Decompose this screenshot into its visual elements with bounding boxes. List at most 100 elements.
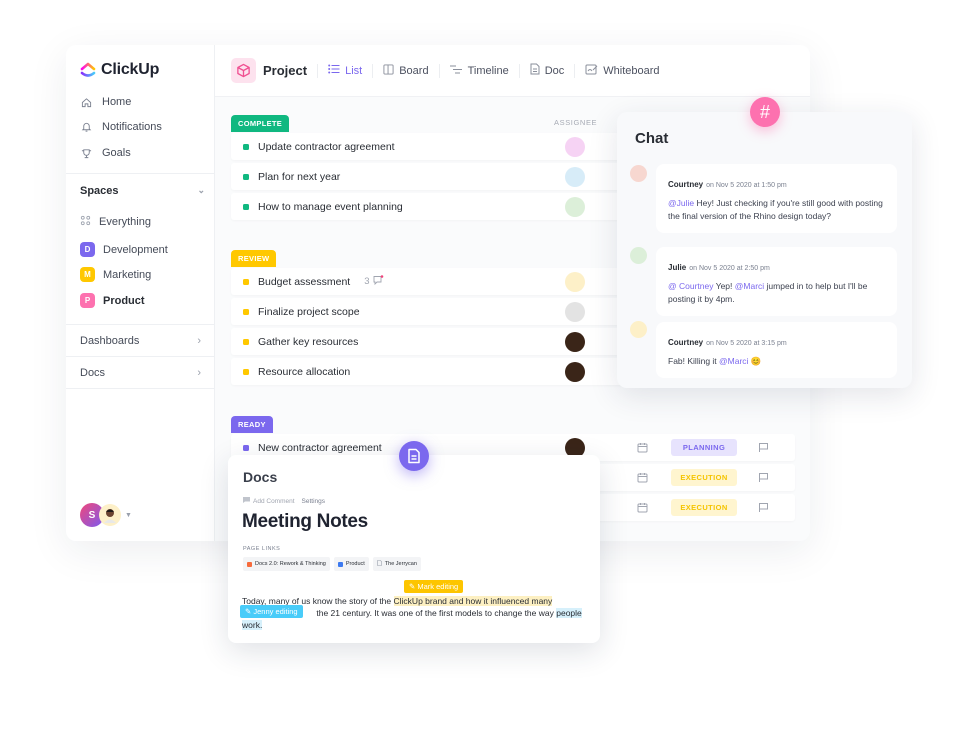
space-badge: D [80,242,95,257]
tab-board[interactable]: Board [372,63,438,78]
trophy-icon [80,147,92,159]
chat-avatar [630,247,647,264]
mention-link[interactable]: @Julie [668,198,694,208]
task-name: New contractor agreement [258,441,382,454]
assignee-avatar[interactable] [565,362,585,382]
task-row[interactable]: Resource allocation [231,358,631,385]
status-dot [243,338,249,345]
topbar: Project List Board Timeline Doc Whiteboa… [215,45,810,97]
status-dot [243,173,249,180]
page-link[interactable]: Docs 2.0: Rework & Thinking [243,557,330,571]
project-title: Project [263,63,308,78]
tab-doc[interactable]: Doc [518,63,575,78]
assignee-avatar[interactable] [565,167,585,187]
flag-icon[interactable] [758,502,769,516]
chat-avatar [630,321,647,338]
chat-panel: Chat Courtney on Nov 5 2020 at 1:50 pm @J… [617,112,912,388]
status-ready-tag[interactable]: READY [231,416,273,433]
calendar-icon[interactable] [637,442,648,456]
calendar-icon[interactable] [637,502,648,516]
assignee-avatar[interactable] [565,137,585,157]
chevron-right-icon: › [197,366,201,379]
space-product[interactable]: P Product [80,293,145,308]
space-badge: M [80,267,95,282]
stage-badge[interactable]: EXECUTION [671,469,737,486]
nav-goals[interactable]: Goals [80,147,131,159]
list-icon [328,64,340,77]
flag-icon[interactable] [758,442,769,456]
assignee-avatar[interactable] [565,272,585,292]
assignee-column-header: ASSIGNEE [554,118,598,127]
sidebar: ClickUp Home Notifications Goals Spaces … [66,45,215,541]
task-name: Plan for next year [258,170,341,183]
message-time: on Nov 5 2020 at 1:50 pm [706,182,787,189]
status-complete-tag[interactable]: COMPLETE [231,115,290,132]
tab-list[interactable]: List [317,63,372,78]
stage-badge[interactable]: PLANNING [671,439,737,456]
page-link[interactable]: Product [333,557,369,571]
timeline-icon [449,65,463,77]
space-badge: P [80,293,95,308]
status-dot [243,278,249,285]
nav-notifications[interactable]: Notifications [80,121,162,133]
task-row[interactable]: Finalize project scope [231,298,631,325]
doc-heading: Meeting Notes [242,511,368,532]
space-marketing[interactable]: M Marketing [80,267,151,282]
chat-message: Courtney on Nov 5 2020 at 3:15 pm Fab! Ki… [656,322,897,378]
clickup-logo[interactable]: ClickUp [80,61,159,79]
comment-icon [243,497,250,505]
sidebar-dashboards[interactable]: Dashboards › [66,324,215,356]
add-comment-button[interactable]: Add Comment [243,497,295,505]
tab-board-label: Board [399,64,429,77]
tab-doc-label: Doc [544,64,565,77]
user-menu[interactable]: S ▼ [80,503,132,527]
space-development-label: Development [103,243,168,256]
settings-button[interactable]: Settings [302,498,326,505]
space-everything[interactable]: Everything [80,215,151,229]
chat-title: Chat [635,130,669,147]
task-row[interactable]: Gather key resources [231,328,631,355]
space-marketing-label: Marketing [103,268,152,281]
comment-count[interactable]: 3 [364,275,383,288]
tab-list-label: List [345,64,363,77]
task-name: How to manage event planning [258,200,403,213]
task-name: Finalize project scope [258,305,360,318]
chat-message: Julie on Nov 5 2020 at 2:50 pm @ Courtney… [656,247,897,316]
status-review-tag[interactable]: REVIEW [231,250,277,267]
mention-link[interactable]: @ Courtney [668,281,713,291]
task-row[interactable]: Budget assessment 3 [231,268,631,295]
assignee-avatar[interactable] [565,332,585,352]
message-time: on Nov 5 2020 at 3:15 pm [706,340,787,347]
task-row[interactable]: Plan for next year [231,163,631,190]
highlighted-text: ClickUp brand and how it influenced many [393,596,553,606]
paragraph-text: the 21 century. It was one of the first … [314,608,557,618]
mention-link[interactable]: @Marci [719,356,748,366]
stage-badge[interactable]: EXECUTION [671,499,737,516]
nav-home[interactable]: Home [80,96,131,108]
logo-text: ClickUp [101,61,160,78]
comment-count-value: 3 [364,276,370,287]
spaces-header[interactable]: Spaces ⌄ [80,185,205,197]
page-link-label: Docs 2.0: Rework & Thinking [255,561,326,567]
sidebar-docs[interactable]: Docs › [66,356,215,388]
tab-whiteboard[interactable]: Whiteboard [574,63,669,78]
mention-link[interactable]: @Marci [735,281,764,291]
page-link[interactable]: The Jerrycan [372,557,421,571]
flag-icon[interactable] [758,472,769,486]
dashboards-label: Dashboards [80,334,140,347]
task-name: Budget assessment [258,275,351,288]
nav-goals-label: Goals [102,147,131,159]
task-row[interactable]: Update contractor agreement [231,133,631,160]
chevron-right-icon: › [197,334,201,347]
task-row[interactable]: How to manage event planning [231,193,631,220]
jenny-editing-indicator: ✎ Jenny editing [240,605,303,618]
calendar-icon[interactable] [637,472,648,486]
message-author: Courtney [668,180,704,189]
status-dot [243,368,249,375]
space-development[interactable]: D Development [80,242,168,257]
assignee-avatar[interactable] [565,302,585,322]
assignee-avatar[interactable] [565,197,585,217]
chevron-down-icon[interactable]: ⌄ [197,185,205,197]
tab-timeline[interactable]: Timeline [438,63,519,78]
caret-down-icon: ▼ [125,511,132,519]
